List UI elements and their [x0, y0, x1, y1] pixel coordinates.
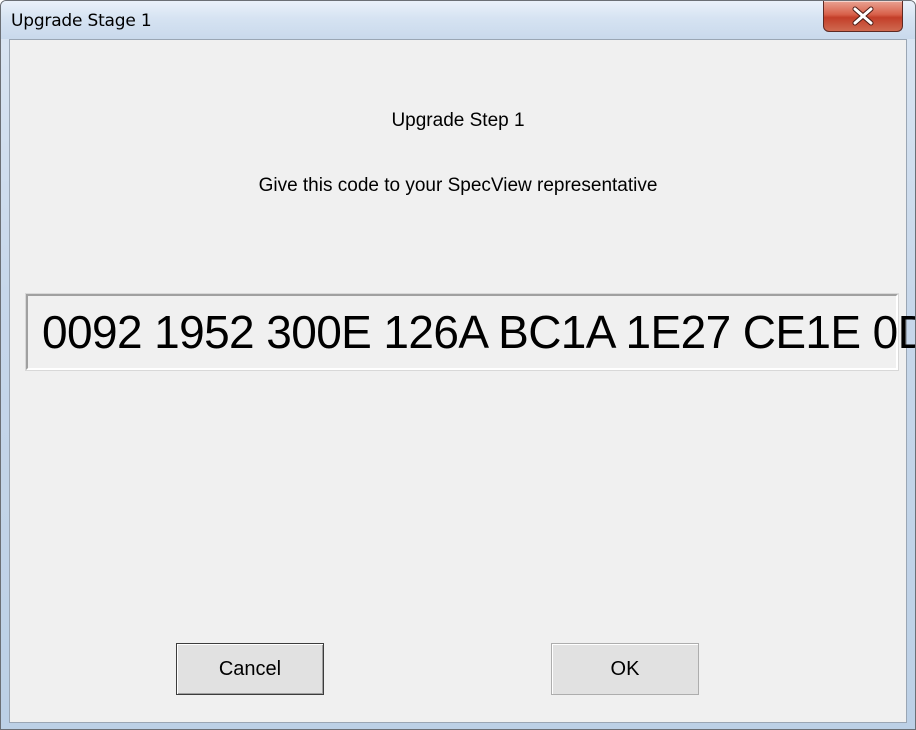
window-title: Upgrade Stage 1: [11, 11, 152, 31]
title-bar[interactable]: Upgrade Stage 1: [1, 1, 915, 39]
dialog-window: Upgrade Stage 1 Upgrade Step 1 Give this…: [0, 0, 916, 730]
upgrade-code-field[interactable]: 0092 1952 300E 126A BC1A 1E27 CE1E 0D9A: [25, 293, 915, 371]
close-button[interactable]: [823, 1, 903, 32]
close-icon: [852, 6, 874, 26]
instruction-text: Give this code to your SpecView represen…: [258, 175, 658, 196]
step-heading: Upgrade Step 1: [391, 110, 525, 131]
upgrade-code[interactable]: 0092 1952 300E 126A BC1A 1E27 CE1E 0D9A: [42, 302, 915, 362]
cancel-button[interactable]: Cancel: [176, 643, 324, 695]
ok-button[interactable]: OK: [551, 643, 699, 695]
dialog-body: Upgrade Step 1 Give this code to your Sp…: [9, 39, 915, 723]
